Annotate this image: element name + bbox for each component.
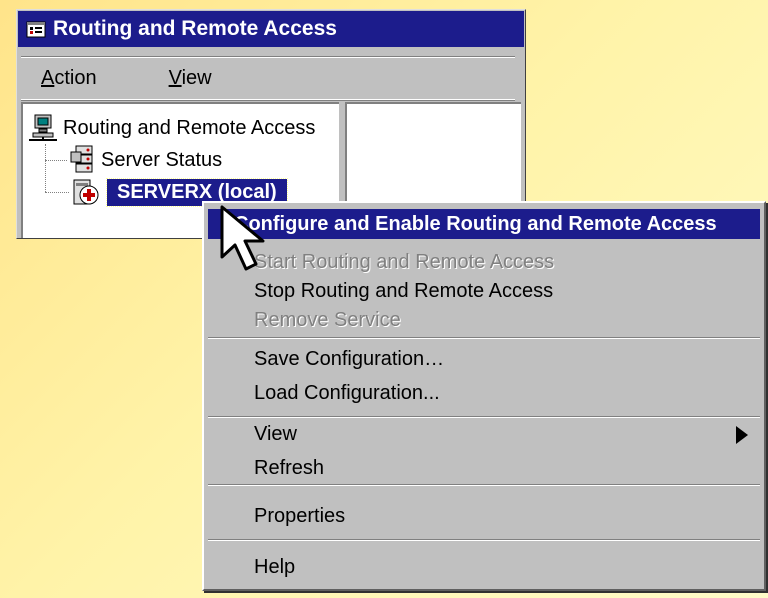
tree-connector bbox=[45, 192, 69, 193]
menu-separator bbox=[208, 539, 760, 541]
server-stack-icon bbox=[67, 144, 99, 176]
menu-item-label: Start Routing and Remote Access bbox=[254, 250, 555, 273]
menu-action-accel: A bbox=[41, 66, 55, 89]
menu-view-accel: V bbox=[168, 66, 182, 89]
menu-action-rest: ction bbox=[54, 66, 97, 89]
submenu-arrow-icon bbox=[736, 426, 748, 444]
tree-connector bbox=[45, 144, 46, 192]
menu-item-remove-service: Remove Service bbox=[208, 305, 760, 335]
server-stopped-icon bbox=[69, 176, 101, 208]
menu-separator bbox=[208, 337, 760, 339]
menu-item-stop[interactable]: Stop Routing and Remote Access bbox=[208, 276, 760, 306]
menu-view-rest: iew bbox=[181, 66, 212, 89]
menu-item-help[interactable]: Help bbox=[208, 552, 760, 582]
menu-item-refresh[interactable]: Refresh bbox=[208, 453, 760, 483]
menu-separator bbox=[208, 484, 760, 486]
menu-item-configure-enable[interactable]: Configure and Enable Routing and Remote … bbox=[208, 209, 760, 239]
menu-item-view[interactable]: View bbox=[208, 419, 760, 449]
menu-item-load-configuration[interactable]: Load Configuration... bbox=[208, 378, 760, 408]
menu-item-label: Properties bbox=[254, 504, 346, 527]
tree-node-server-status[interactable]: Server Status bbox=[67, 144, 222, 176]
tree-node-server-status-label: Server Status bbox=[101, 148, 223, 171]
tree-connector bbox=[45, 160, 67, 161]
window-title: Routing and Remote Access bbox=[53, 17, 337, 40]
menu-item-start: Start Routing and Remote Access bbox=[208, 247, 760, 277]
menu-separator bbox=[208, 416, 760, 418]
menu-item-label: Refresh bbox=[254, 456, 325, 479]
context-menu: Configure and Enable Routing and Remote … bbox=[202, 201, 766, 591]
tree-node-root-label: Routing and Remote Access bbox=[63, 116, 316, 139]
menu-action[interactable]: Action bbox=[21, 67, 147, 90]
network-computer-icon bbox=[27, 112, 59, 144]
tree-node-root[interactable]: Routing and Remote Access bbox=[27, 112, 315, 144]
menu-item-label: Remove Service bbox=[254, 308, 401, 331]
menu-bar: Action View bbox=[21, 56, 515, 100]
menu-item-label: Load Configuration... bbox=[254, 381, 440, 404]
console-tree-icon bbox=[26, 19, 46, 39]
menu-item-label: View bbox=[254, 422, 297, 445]
menu-view[interactable]: View bbox=[147, 67, 234, 90]
menu-item-label: Configure and Enable Routing and Remote … bbox=[234, 212, 717, 235]
menu-item-label: Help bbox=[254, 555, 296, 578]
menu-item-save-configuration[interactable]: Save Configuration… bbox=[208, 344, 760, 374]
title-bar[interactable]: Routing and Remote Access bbox=[18, 11, 524, 47]
menu-item-label: Stop Routing and Remote Access bbox=[254, 279, 554, 302]
menu-item-label: Save Configuration… bbox=[254, 347, 445, 370]
menu-item-properties[interactable]: Properties bbox=[208, 501, 760, 531]
